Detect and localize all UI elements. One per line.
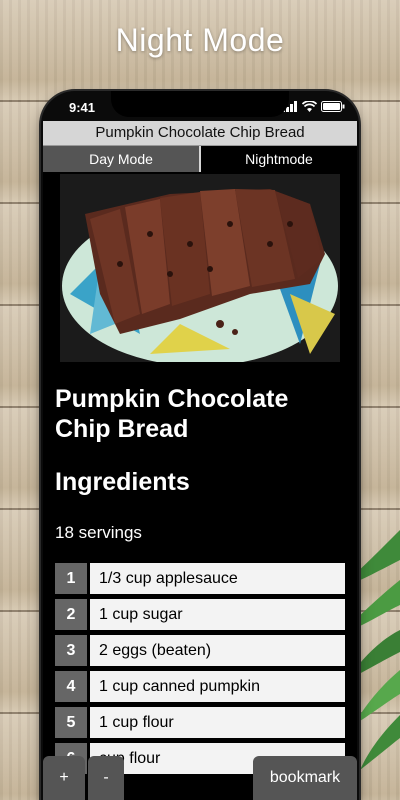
ingredient-row: 5 1 cup flour <box>55 707 345 738</box>
app-screen: Pumpkin Chocolate Chip Bread Day Mode Ni… <box>43 121 357 800</box>
ingredient-row: 3 2 eggs (beaten) <box>55 635 345 666</box>
ingredient-text: 1/3 cup applesauce <box>90 563 345 594</box>
ingredient-number: 3 <box>55 635 87 666</box>
tab-day-mode[interactable]: Day Mode <box>43 146 199 172</box>
ingredient-number: 4 <box>55 671 87 702</box>
bottom-toolbar: + - bookmark <box>41 752 359 800</box>
app-title: Pumpkin Chocolate Chip Bread <box>43 121 357 146</box>
ingredient-list: 1 1/3 cup applesauce 2 1 cup sugar 3 2 e… <box>55 563 345 774</box>
ingredient-text: 1 cup sugar <box>90 599 345 630</box>
ingredient-text: 1 cup flour <box>90 707 345 738</box>
phone-notch <box>111 91 289 117</box>
recipe-photo <box>60 174 340 362</box>
ingredient-text: 2 eggs (beaten) <box>90 635 345 666</box>
decrease-servings-button[interactable]: - <box>88 756 124 800</box>
tab-nightmode[interactable]: Nightmode <box>199 146 357 172</box>
ingredient-row: 1 1/3 cup applesauce <box>55 563 345 594</box>
ingredients-heading: Ingredients <box>55 468 190 496</box>
servings-text: 18 servings <box>55 523 142 542</box>
wifi-icon <box>302 101 317 112</box>
ingredient-text: 1 cup canned pumpkin <box>90 671 345 702</box>
ingredient-number: 1 <box>55 563 87 594</box>
ingredient-number: 5 <box>55 707 87 738</box>
status-time: 9:41 <box>69 100 96 115</box>
banner-title: Night Mode <box>115 22 285 58</box>
mode-tabs: Day Mode Nightmode <box>43 146 357 172</box>
battery-icon <box>321 101 345 112</box>
ingredient-row: 2 1 cup sugar <box>55 599 345 630</box>
bookmark-button[interactable]: bookmark <box>253 756 357 800</box>
phone-frame: 9:41 Pumpkin Chocolate Chip Bread Day Mo… <box>41 91 359 800</box>
ingredient-row: 4 1 cup canned pumpkin <box>55 671 345 702</box>
increase-servings-button[interactable]: + <box>43 756 85 800</box>
recipe-title: Pumpkin Chocolate Chip Bread <box>55 385 289 443</box>
ingredient-number: 2 <box>55 599 87 630</box>
